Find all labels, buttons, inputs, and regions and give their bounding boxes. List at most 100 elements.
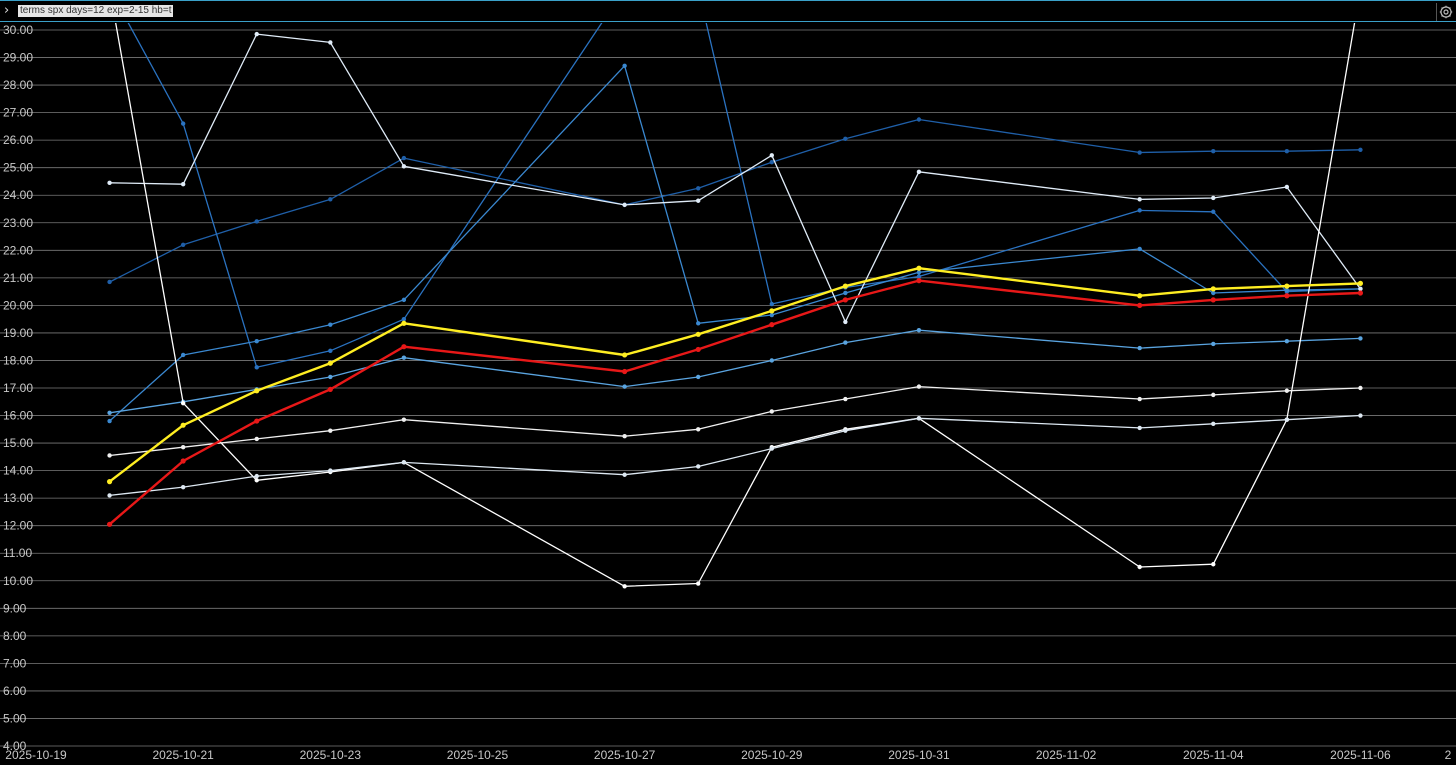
data-point bbox=[843, 136, 848, 141]
series-line bbox=[108, 267, 1361, 483]
data-point bbox=[843, 290, 848, 296]
data-point bbox=[1284, 388, 1290, 393]
data-point bbox=[696, 464, 701, 469]
data-point bbox=[843, 340, 848, 345]
data-point bbox=[696, 374, 701, 380]
data-point bbox=[107, 279, 112, 285]
y-tick-label: 30.00 bbox=[3, 23, 33, 37]
data-point bbox=[916, 117, 922, 122]
y-tick-label: 23.00 bbox=[3, 216, 33, 230]
data-point bbox=[180, 352, 186, 358]
data-point bbox=[401, 320, 407, 326]
data-point bbox=[254, 365, 259, 370]
data-point bbox=[1137, 208, 1142, 213]
data-point bbox=[622, 202, 627, 208]
x-tick-label: 2025-11-04 bbox=[1183, 748, 1244, 762]
data-point bbox=[180, 484, 186, 490]
y-tick-label: 27.00 bbox=[3, 106, 33, 120]
data-point bbox=[1211, 421, 1216, 426]
series-group bbox=[106, 23, 1364, 589]
data-point bbox=[1358, 385, 1363, 391]
data-point bbox=[769, 308, 775, 314]
data-point bbox=[1357, 280, 1364, 286]
series-line bbox=[109, 385, 1361, 457]
series-line bbox=[109, 33, 1361, 323]
data-point bbox=[1284, 417, 1290, 422]
y-tick-label: 8.00 bbox=[3, 629, 27, 643]
data-point bbox=[696, 198, 701, 203]
x-tick-label: 2025-10-25 bbox=[447, 748, 509, 762]
data-point bbox=[254, 31, 259, 37]
y-tick-label: 25.00 bbox=[3, 161, 33, 175]
x-tick-label: 2025-10-23 bbox=[300, 748, 362, 762]
data-point bbox=[401, 460, 407, 465]
data-point bbox=[180, 182, 186, 187]
data-point bbox=[180, 242, 186, 247]
data-point bbox=[107, 418, 112, 424]
data-point bbox=[916, 169, 922, 175]
data-point bbox=[1211, 209, 1216, 214]
series-line bbox=[109, 414, 1361, 497]
data-point bbox=[180, 121, 186, 126]
data-point bbox=[254, 478, 259, 483]
data-point bbox=[254, 473, 259, 479]
data-point bbox=[1137, 396, 1142, 402]
data-point bbox=[769, 358, 774, 363]
data-point bbox=[254, 436, 259, 442]
y-tick-label: 5.00 bbox=[3, 711, 27, 725]
data-point bbox=[1211, 148, 1216, 154]
data-point bbox=[842, 283, 848, 289]
data-point bbox=[328, 374, 333, 380]
data-point bbox=[107, 453, 112, 458]
y-tick-label: 7.00 bbox=[3, 656, 27, 670]
data-point bbox=[1284, 148, 1290, 154]
series-line bbox=[109, 329, 1361, 414]
data-point bbox=[180, 422, 186, 428]
y-tick-label: 17.00 bbox=[3, 381, 33, 395]
data-point bbox=[107, 180, 112, 186]
data-point bbox=[1211, 341, 1216, 347]
data-point bbox=[328, 197, 333, 202]
data-point bbox=[1137, 345, 1142, 351]
data-point bbox=[328, 322, 333, 327]
series-line bbox=[127, 23, 1361, 368]
x-tick-label: 2025-10-27 bbox=[594, 748, 656, 762]
data-point bbox=[696, 581, 701, 586]
data-point bbox=[696, 186, 701, 191]
data-point bbox=[180, 400, 186, 406]
data-point bbox=[401, 344, 407, 350]
data-point bbox=[106, 479, 113, 485]
data-point bbox=[1137, 425, 1142, 431]
data-point bbox=[328, 428, 333, 433]
y-tick-label: 9.00 bbox=[3, 601, 27, 615]
y-tick-label: 24.00 bbox=[3, 188, 33, 202]
series-line bbox=[108, 279, 1361, 526]
y-tick-label: 12.00 bbox=[3, 519, 33, 533]
data-point bbox=[401, 355, 407, 360]
y-tick-label: 6.00 bbox=[3, 684, 27, 698]
x-tick-label: 2 bbox=[1445, 748, 1452, 762]
data-point bbox=[1210, 297, 1216, 303]
x-tick-label: 2025-10-21 bbox=[152, 748, 214, 762]
data-point bbox=[622, 384, 627, 389]
data-point bbox=[107, 410, 112, 415]
x-tick-label: 2025-10-29 bbox=[741, 748, 803, 762]
data-point bbox=[1211, 562, 1216, 567]
data-point bbox=[254, 219, 259, 224]
y-tick-label: 20.00 bbox=[3, 298, 33, 312]
data-point bbox=[622, 368, 628, 375]
data-point bbox=[401, 417, 407, 422]
data-point bbox=[1137, 150, 1142, 155]
x-tick-label: 2025-10-31 bbox=[888, 748, 950, 762]
data-point bbox=[696, 321, 701, 326]
y-tick-label: 22.00 bbox=[3, 243, 33, 257]
data-point bbox=[1211, 195, 1216, 201]
data-point bbox=[696, 427, 701, 432]
data-point bbox=[916, 327, 922, 333]
data-point bbox=[1284, 184, 1290, 190]
y-tick-label: 18.00 bbox=[3, 353, 33, 367]
data-point bbox=[180, 458, 186, 464]
data-point bbox=[622, 63, 627, 68]
y-tick-label: 19.00 bbox=[3, 326, 33, 340]
data-point bbox=[106, 521, 113, 527]
